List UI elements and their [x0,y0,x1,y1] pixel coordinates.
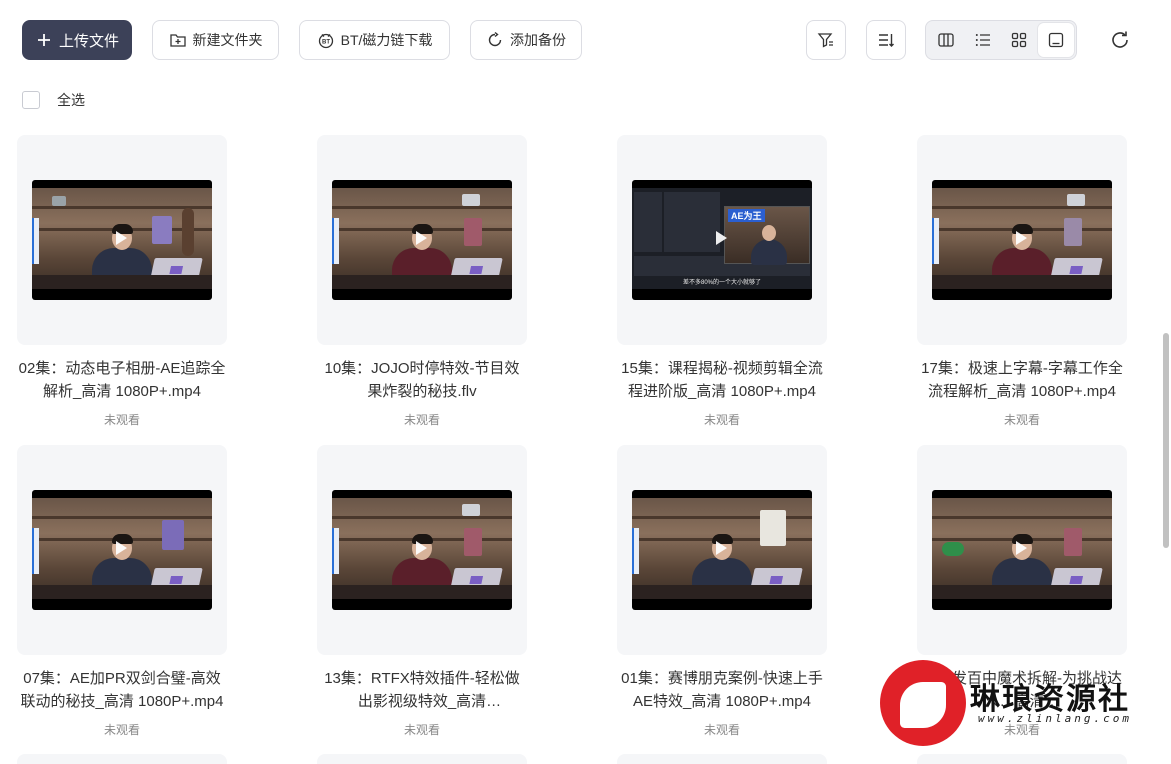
file-card-partial [317,754,527,764]
file-card-partial [17,754,227,764]
bt-download-button[interactable]: BT BT/磁力链下载 [299,20,450,60]
refresh-icon [1112,31,1128,48]
plus-icon [37,34,50,46]
file-title: 10集：JOJO时停特效-节目效果炸裂的秘技.flv [324,360,520,400]
play-icon [116,541,127,555]
grid-icon [1012,32,1027,48]
file-title: 07集：AE加PR双剑合璧-高效联动的秘技_高清 1080P+.mp4 [20,670,224,710]
scrollbar[interactable] [1161,0,1171,764]
svg-text:BT: BT [322,40,330,46]
video-thumbnail[interactable] [332,180,512,300]
thumbnail-container [17,445,227,655]
play-icon [416,231,427,245]
video-thumbnail[interactable] [932,180,1112,300]
thumbnail-icon [1048,32,1063,48]
file-card-partial [617,754,827,764]
play-icon [416,541,427,555]
scrollbar-thumb[interactable] [1163,333,1169,548]
play-icon [1016,231,1027,245]
watch-status: 未观看 [703,723,740,737]
upload-button[interactable]: 上传文件 [22,20,132,60]
watch-status: 未观看 [103,413,140,427]
filter-button[interactable] [806,20,846,60]
file-title: 15集：课程揭秘-视频剪辑全流程进阶版_高清 1080P+.mp4 [621,360,823,400]
thumbnail-container: AE为王 差不多80%的一个大小就够了 [617,135,827,345]
play-icon [716,541,727,555]
play-icon [116,231,127,245]
video-thumbnail[interactable] [32,180,212,300]
sort-icon [879,34,894,47]
view-list-button[interactable] [965,23,1002,57]
filter-icon [817,33,833,48]
file-card-partial [917,754,1127,764]
watch-status: 未观看 [103,723,140,737]
video-thumbnail[interactable] [932,490,1112,610]
dragon-logo-icon [880,660,966,746]
file-title: 13集：RTFX特效插件-轻松做出影视级特效_高清 1080P+.mp4 [324,670,520,710]
view-mode-switcher [925,20,1077,60]
upload-label: 上传文件 [58,32,119,50]
thumbnail-container [917,135,1127,345]
watch-status: 未观看 [403,723,440,737]
watch-status: 未观看 [703,413,740,427]
thumbnail-container [617,445,827,655]
play-icon [1016,541,1027,555]
refresh-cycle-icon [488,31,502,47]
folder-plus-icon [169,34,186,47]
thumbnail-container [17,135,227,345]
play-icon [716,231,727,245]
watermark: 琳琅资源社 www.zlinlang.com [880,660,1170,750]
add-backup-button[interactable]: 添加备份 [470,20,582,60]
bt-download-label: BT/磁力链下载 [340,32,433,48]
video-subtitle: 差不多80%的一个大小就够了 [682,280,761,286]
select-all-checkbox[interactable] [22,91,40,109]
bt-icon: BT [318,33,333,49]
video-thumbnail[interactable] [632,490,812,610]
watermark-url: www.zlinlang.com [978,712,1132,725]
video-thumbnail[interactable] [332,490,512,610]
watch-status: 未观看 [403,413,440,427]
file-title: 17集：极速上字幕-字幕工作全流程解析_高清 1080P+.mp4 [921,360,1123,400]
view-columns-button[interactable] [928,23,965,57]
new-folder-label: 新建文件夹 [192,32,263,48]
columns-icon [938,33,954,47]
sort-button[interactable] [866,20,906,60]
file-title: 01集：赛博朋克案例-快速上手AE特效_高清 1080P+.mp4 [621,670,823,710]
thumbnail-container [317,445,527,655]
overlay-tag: AE为王 [728,209,765,222]
video-thumbnail[interactable] [32,490,212,610]
view-grid-button[interactable] [1001,23,1038,57]
refresh-button[interactable] [1104,24,1136,56]
select-all-label: 全选 [57,92,85,108]
new-folder-button[interactable]: 新建文件夹 [152,20,279,60]
view-thumbnail-button[interactable] [1037,23,1074,57]
file-title: 02集：动态电子相册-AE追踪全解析_高清 1080P+.mp4 [18,360,226,400]
add-backup-label: 添加备份 [510,32,566,48]
thumbnail-container [917,445,1127,655]
list-icon [975,34,990,46]
video-thumbnail[interactable]: AE为王 差不多80%的一个大小就够了 [632,180,812,300]
file-manager-page: 上传文件 新建文件夹 BT BT/磁力链下载 添加备份 全选 02集：动态电子相… [0,0,1171,764]
watch-status: 未观看 [1003,413,1040,427]
select-all-row[interactable]: 全选 [22,90,85,110]
thumbnail-container [317,135,527,345]
